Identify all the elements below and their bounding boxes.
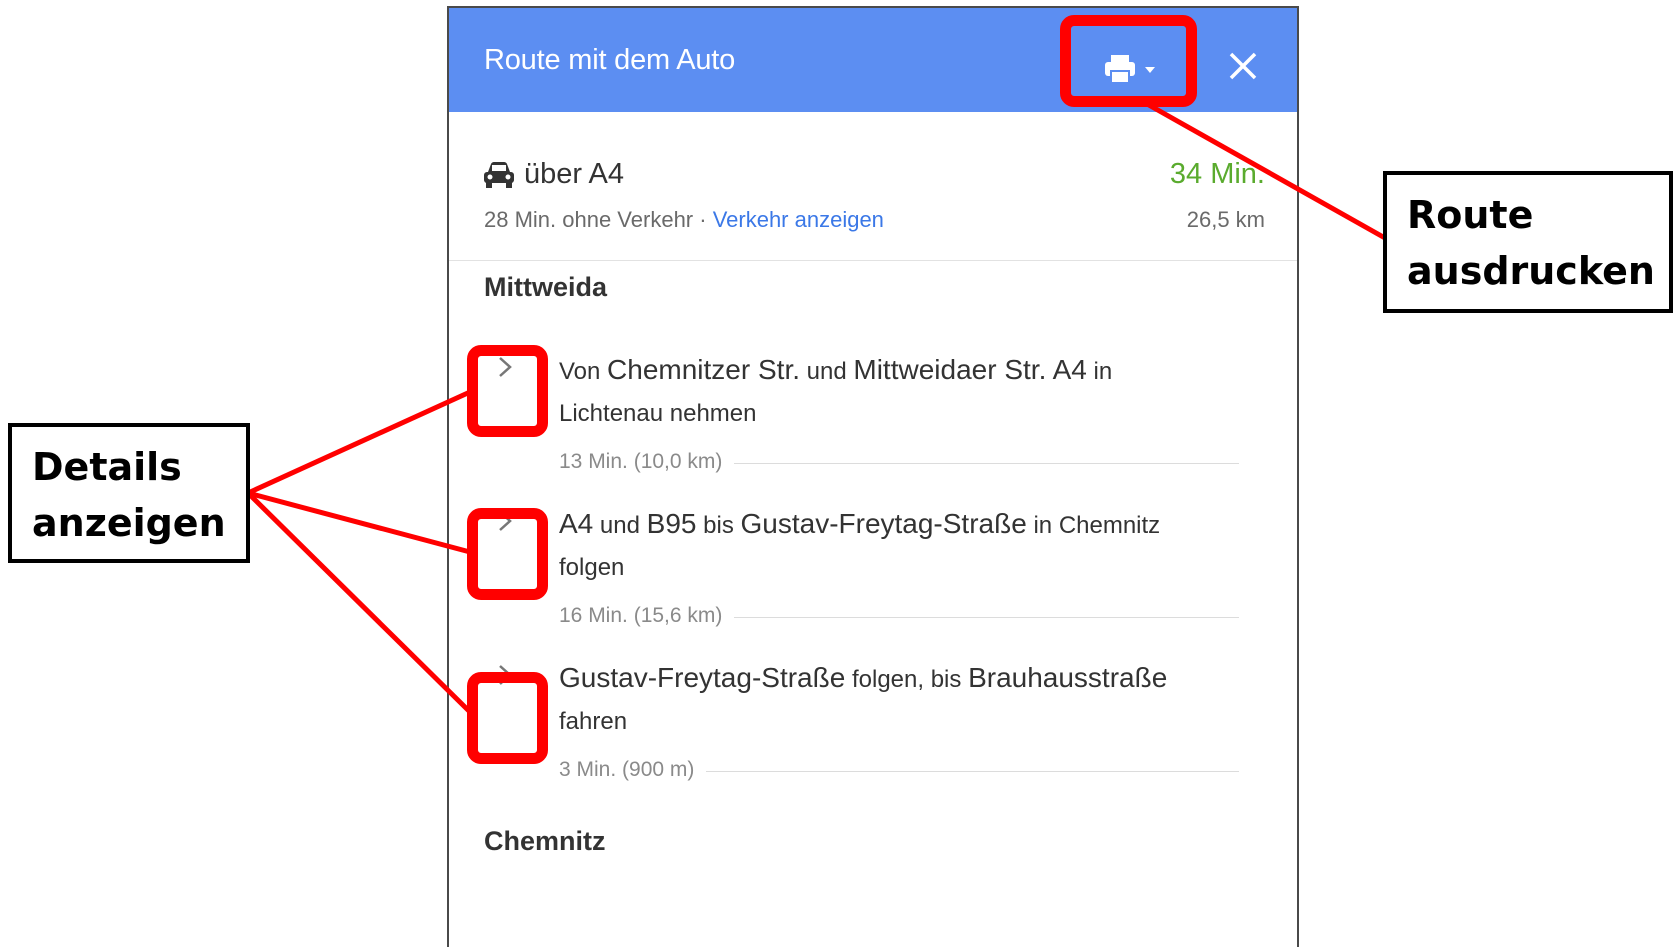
step-highlight-box: [467, 508, 548, 600]
show-traffic-link[interactable]: Verkehr anzeigen: [713, 207, 884, 232]
route-via: über A4: [524, 158, 624, 190]
place-heading-start: Mittweida: [484, 272, 608, 302]
print-highlight-box: [1060, 15, 1197, 107]
divider: [734, 616, 1239, 618]
callout-line-details-2: [247, 490, 471, 555]
route-duration: 34 Min.: [1169, 158, 1265, 190]
route-traffic-info: 28 Min. ohne Verkehr · Verkehr anzeigen: [484, 207, 884, 233]
place-heading-next: Chemnitz: [484, 826, 606, 856]
print-callout: Route ausdrucken: [1383, 171, 1673, 313]
no-traffic-time: 28 Min. ohne Verkehr ·: [484, 207, 713, 232]
step-instruction[interactable]: Gustav-Freytag-Straße folgen, bis Brauha…: [559, 658, 1239, 742]
car-icon: [484, 162, 514, 188]
step-meta: 16 Min. (15,6 km): [559, 602, 1239, 630]
panel-title: Route mit dem Auto: [484, 44, 736, 76]
divider: [706, 770, 1239, 772]
step-instruction[interactable]: Von Chemnitzer Str. und Mittweidaer Str.…: [559, 350, 1239, 434]
divider: [734, 462, 1239, 464]
step-highlight-box: [467, 672, 548, 764]
step-highlight-box: [467, 345, 548, 437]
details-callout: Details anzeigen: [8, 423, 250, 563]
close-icon: [1229, 52, 1257, 80]
directions-panel: Route mit dem Auto über A4 34 Min. 28 Mi…: [447, 6, 1299, 947]
step-meta: 3 Min. (900 m): [559, 756, 1239, 784]
callout-line-details-3: [246, 491, 472, 714]
step-instruction[interactable]: A4 und B95 bis Gustav-Freytag-Straße in …: [559, 504, 1239, 588]
route-summary[interactable]: über A4 34 Min. 28 Min. ohne Verkehr · V…: [449, 112, 1297, 261]
callout-line-details-1: [246, 389, 472, 496]
route-distance: 26,5 km: [1186, 207, 1265, 232]
close-button[interactable]: [1219, 42, 1267, 90]
step-meta: 13 Min. (10,0 km): [559, 448, 1239, 476]
